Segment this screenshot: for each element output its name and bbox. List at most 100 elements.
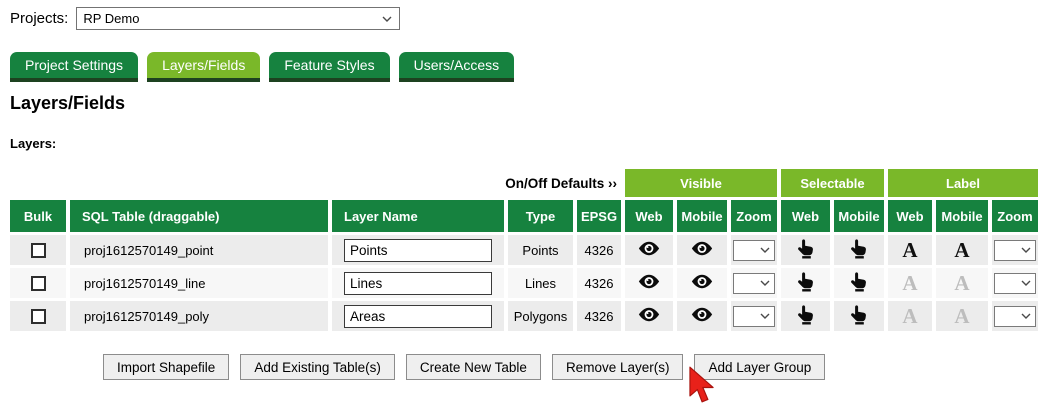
col-header-visible-web: Web (625, 200, 673, 232)
projects-select[interactable]: RP Demo (76, 7, 401, 30)
sql-table-cell[interactable]: proj1612570149_line (70, 268, 328, 298)
col-header-epsg: EPSG (577, 200, 621, 232)
layers-section-label: Layers: (10, 136, 57, 151)
remove-layers-button[interactable]: Remove Layer(s) (551, 354, 684, 380)
label-zoom-cell (992, 235, 1038, 265)
epsg-cell: 4326 (577, 301, 621, 331)
label-zoom-select[interactable] (994, 305, 1036, 327)
layer-name-input[interactable] (344, 238, 492, 262)
tab-label: Feature Styles (284, 57, 375, 73)
letter-a-icon[interactable]: A (902, 304, 917, 328)
eye-icon[interactable] (691, 274, 713, 289)
group-header-label: Label (888, 169, 1038, 197)
eye-icon[interactable] (638, 307, 660, 322)
selectable-mobile-cell (834, 268, 884, 298)
label-zoom-cell (992, 301, 1038, 331)
import-shapefile-button[interactable]: Import Shapefile (103, 354, 230, 380)
col-header-selectable-web: Web (781, 200, 830, 232)
visible-mobile-cell (677, 268, 727, 298)
chevron-down-icon (1021, 247, 1031, 253)
layer-row-poly: proj1612570149_poly Polygons 4326 A A (10, 301, 1038, 331)
letter-a-icon[interactable]: A (902, 238, 917, 262)
col-header-layer-name: Layer Name (332, 200, 504, 232)
col-header-label-web: Web (888, 200, 932, 232)
epsg-cell: 4326 (577, 235, 621, 265)
layer-name-input[interactable] (344, 271, 492, 295)
col-header-label-mobile: Mobile (936, 200, 988, 232)
type-cell: Polygons (508, 301, 573, 331)
eye-icon[interactable] (638, 274, 660, 289)
visible-web-cell (625, 235, 673, 265)
bulk-checkbox[interactable] (30, 308, 46, 324)
label-mobile-cell: A (936, 235, 988, 265)
visible-zoom-cell (731, 301, 777, 331)
visible-web-cell (625, 268, 673, 298)
tab-feature-styles[interactable]: Feature Styles (269, 52, 390, 82)
col-header-selectable-mobile: Mobile (834, 200, 884, 232)
group-header-selectable: Selectable (781, 169, 884, 197)
projects-label: Projects: (10, 10, 69, 27)
label-zoom-cell (992, 268, 1038, 298)
letter-a-icon[interactable]: A (954, 304, 969, 328)
bulk-checkbox[interactable] (30, 242, 46, 258)
type-cell: Points (508, 235, 573, 265)
col-header-sql-table: SQL Table (draggable) (70, 200, 328, 232)
hand-pointer-icon[interactable] (797, 304, 814, 325)
selectable-mobile-cell (834, 301, 884, 331)
selectable-web-cell (781, 268, 830, 298)
label-web-cell: A (888, 301, 932, 331)
hand-pointer-icon[interactable] (851, 304, 867, 325)
visible-zoom-select[interactable] (733, 305, 775, 327)
layers-table: On/Off Defaults ›› Visible Selectable La… (6, 166, 1042, 334)
chevron-down-icon (1021, 313, 1031, 319)
label-zoom-select[interactable] (994, 272, 1036, 294)
layer-name-cell (332, 268, 504, 298)
spacer-cell (10, 169, 328, 197)
letter-a-icon[interactable]: A (954, 238, 969, 262)
hand-pointer-icon[interactable] (797, 238, 814, 259)
eye-icon[interactable] (638, 241, 660, 256)
tab-layers-fields[interactable]: Layers/Fields (147, 52, 261, 82)
visible-mobile-cell (677, 301, 727, 331)
create-new-table-button[interactable]: Create New Table (405, 354, 541, 380)
sql-table-cell[interactable]: proj1612570149_poly (70, 301, 328, 331)
layer-name-input[interactable] (344, 304, 492, 328)
label-zoom-select[interactable] (994, 239, 1036, 261)
visible-zoom-select[interactable] (733, 272, 775, 294)
label-mobile-cell: A (936, 268, 988, 298)
sql-table-cell[interactable]: proj1612570149_point (70, 235, 328, 265)
epsg-cell: 4326 (577, 268, 621, 298)
hand-pointer-icon[interactable] (797, 271, 814, 292)
bulk-checkbox[interactable] (30, 275, 46, 291)
letter-a-icon[interactable]: A (902, 271, 917, 295)
layer-name-cell (332, 235, 504, 265)
page-title: Layers/Fields (10, 93, 126, 113)
bulk-cell (10, 301, 66, 331)
column-header-row: Bulk SQL Table (draggable) Layer Name Ty… (10, 200, 1038, 232)
projects-selected-value: RP Demo (83, 11, 140, 26)
tab-label: Users/Access (413, 57, 500, 73)
hand-pointer-icon[interactable] (851, 238, 867, 259)
selectable-web-cell (781, 235, 830, 265)
type-cell: Lines (508, 268, 573, 298)
visible-web-cell (625, 301, 673, 331)
visible-zoom-select[interactable] (733, 239, 775, 261)
chevron-down-icon (1021, 280, 1031, 286)
col-header-type: Type (508, 200, 573, 232)
tab-bar: Project Settings Layers/Fields Feature S… (10, 52, 515, 82)
add-existing-tables-button[interactable]: Add Existing Table(s) (240, 354, 395, 380)
label-web-cell: A (888, 235, 932, 265)
visible-mobile-cell (677, 235, 727, 265)
label-web-cell: A (888, 268, 932, 298)
hand-pointer-icon[interactable] (851, 271, 867, 292)
eye-icon[interactable] (691, 241, 713, 256)
table-action-buttons: Import Shapefile Add Existing Table(s) C… (103, 354, 826, 380)
letter-a-icon[interactable]: A (954, 271, 969, 295)
eye-icon[interactable] (691, 307, 713, 322)
add-layer-group-button[interactable]: Add Layer Group (694, 354, 826, 380)
tab-project-settings[interactable]: Project Settings (10, 52, 139, 82)
projects-bar: Projects: RP Demo (10, 7, 401, 30)
group-header-visible: Visible (625, 169, 777, 197)
layer-row-point: proj1612570149_point Points 4326 A A (10, 235, 1038, 265)
tab-users-access[interactable]: Users/Access (398, 52, 515, 82)
